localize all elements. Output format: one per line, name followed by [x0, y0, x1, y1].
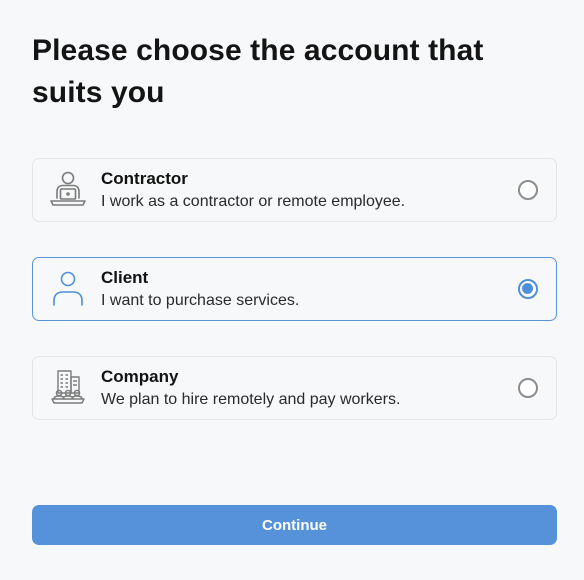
option-description: We plan to hire remotely and pay workers… [101, 391, 401, 408]
option-description: I want to purchase services. [101, 292, 300, 309]
option-title: Contractor [101, 169, 188, 188]
option-title: Client [101, 268, 149, 287]
account-type-page: Please choose the account that suits you… [0, 0, 584, 580]
option-contractor[interactable]: Contractor I work as a contractor or rem… [32, 158, 557, 222]
radio-contractor[interactable] [518, 180, 538, 200]
option-client[interactable]: Client I want to purchase services. [32, 257, 557, 321]
continue-button[interactable]: Continue [32, 505, 557, 545]
office-building-team-icon [51, 370, 85, 404]
person-icon [53, 271, 83, 306]
option-company[interactable]: Company We plan to hire remotely and pay… [32, 356, 557, 420]
option-title: Company [101, 367, 179, 386]
radio-company[interactable] [518, 378, 538, 398]
laptop-worker-icon [50, 171, 86, 206]
option-description: I work as a contractor or remote employe… [101, 193, 406, 210]
radio-client[interactable] [518, 279, 538, 299]
page-title: Please choose the account that suits you [32, 34, 484, 109]
